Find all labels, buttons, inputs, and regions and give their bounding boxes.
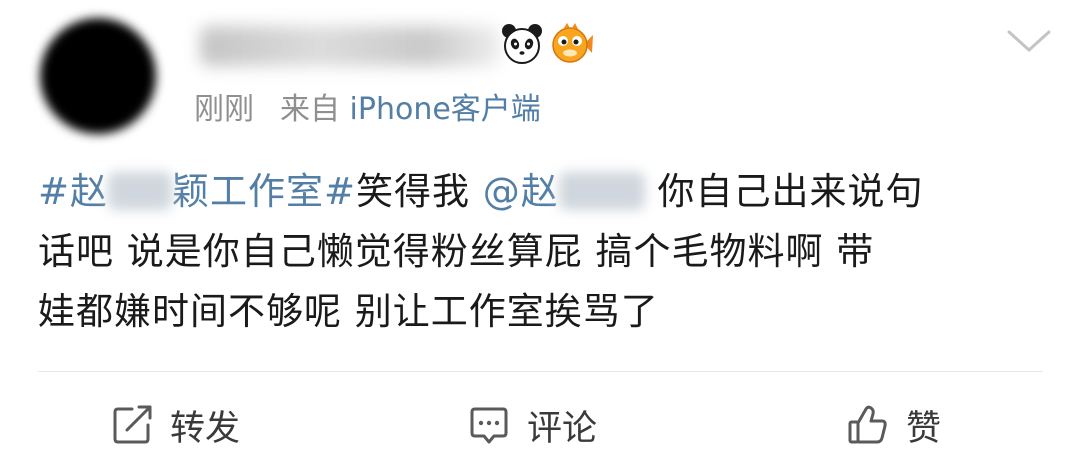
repost-button[interactable]: 转发 [110, 400, 240, 450]
post-time: 刚刚 [194, 92, 254, 127]
mention-link[interactable]: @赵 [483, 170, 645, 213]
thumbs-up-icon [848, 405, 887, 444]
comment-button[interactable]: 评论 [467, 400, 597, 450]
pufferfish-badge-icon [552, 23, 593, 63]
divider [38, 371, 1043, 372]
panda-badge-icon [502, 24, 542, 64]
post-meta: 刚刚 来自 iPhone客户端 [194, 88, 541, 132]
content-text-4: 娃都嫌时间不够呢 别让工作室挨骂了 [38, 290, 659, 333]
content-text-3: 话吧 说是你自己懒觉得粉丝算屁 搞个毛物料啊 带 [38, 230, 875, 273]
like-label: 赞 [906, 408, 942, 449]
chevron-down-icon[interactable] [1005, 26, 1053, 56]
content-text-2: 你自己出来说句 [644, 170, 924, 213]
username-redacted[interactable] [200, 26, 500, 66]
content-text-1: 笑得我 [356, 170, 483, 213]
repost-icon [113, 405, 152, 444]
avatar[interactable] [40, 18, 156, 134]
redacted-mention [558, 171, 645, 210]
comment-icon [470, 407, 508, 444]
like-button[interactable]: 赞 [846, 400, 941, 450]
repost-label: 转发 [170, 408, 241, 449]
source-prefix: 来自 [280, 92, 340, 127]
topic-link[interactable]: #赵 颖工作室# [38, 170, 356, 213]
source-client-link[interactable]: iPhone客户端 [350, 92, 541, 127]
comment-label: 评论 [527, 408, 598, 449]
redacted-name [108, 171, 173, 210]
post-content: #赵 颖工作室#笑得我 @赵 你自己出来说句 话吧 说是你自己懒觉得粉丝算屁 搞个… [38, 162, 1048, 342]
